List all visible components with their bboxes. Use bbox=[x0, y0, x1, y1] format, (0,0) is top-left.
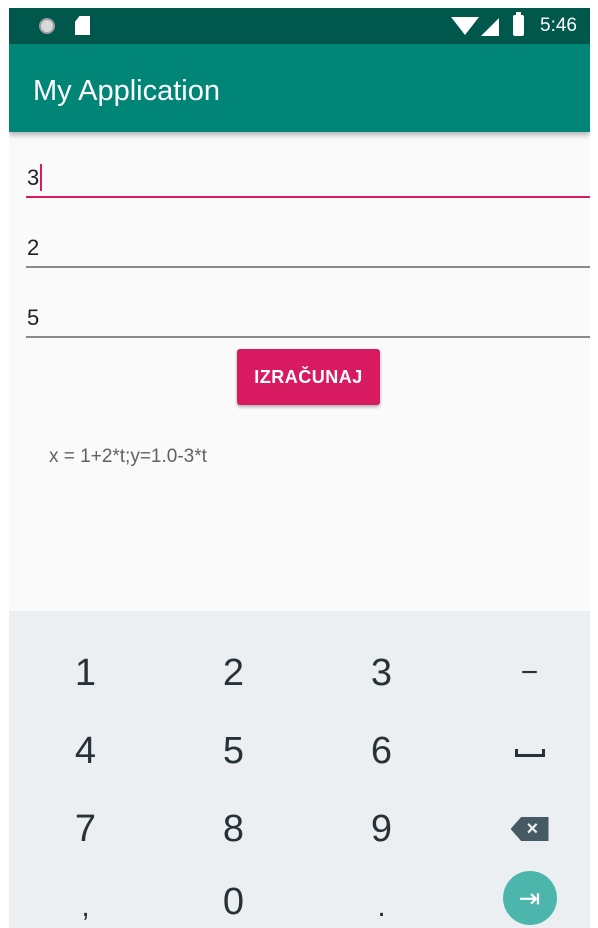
status-bar: 5:46 bbox=[9, 8, 590, 44]
input-field-3-value: 5 bbox=[27, 305, 40, 330]
status-time: 5:46 bbox=[540, 15, 577, 36]
sd-card-icon bbox=[75, 16, 90, 35]
app-bar: My Application bbox=[9, 44, 590, 132]
result-text: x = 1+2*t;y=1.0-3*t bbox=[49, 446, 207, 467]
notification-dot-icon bbox=[39, 18, 55, 34]
next-arrow-icon: ⇥ bbox=[502, 871, 557, 925]
app-title: My Application bbox=[33, 75, 220, 107]
key-period[interactable]: . bbox=[309, 868, 454, 928]
key-2[interactable]: 2 bbox=[161, 634, 306, 712]
calculate-button[interactable]: IZRAČUNAJ bbox=[237, 349, 380, 405]
battery-icon bbox=[513, 12, 524, 36]
key-1[interactable]: 1 bbox=[13, 634, 158, 712]
cell-signal-icon bbox=[481, 18, 499, 36]
input-field-3[interactable]: 5 bbox=[26, 292, 590, 338]
key-space[interactable] bbox=[457, 712, 590, 790]
key-9[interactable]: 9 bbox=[309, 790, 454, 868]
input-field-2[interactable]: 2 bbox=[26, 222, 590, 268]
key-4[interactable]: 4 bbox=[13, 712, 158, 790]
key-minus[interactable]: − bbox=[457, 634, 590, 712]
key-8[interactable]: 8 bbox=[161, 790, 306, 868]
key-0[interactable]: 0 bbox=[161, 863, 306, 928]
wifi-icon bbox=[451, 17, 479, 35]
key-3[interactable]: 3 bbox=[309, 634, 454, 712]
app-screen: 5:46 My Application 3 2 5 IZRAČUNAJ x = … bbox=[9, 8, 590, 928]
key-6[interactable]: 6 bbox=[309, 712, 454, 790]
input-field-1[interactable]: 3 bbox=[26, 152, 590, 198]
input-field-2-value: 2 bbox=[27, 235, 40, 260]
input-field-1-value: 3 bbox=[27, 165, 40, 190]
backspace-icon: × bbox=[510, 817, 549, 841]
key-backspace[interactable]: × bbox=[457, 790, 590, 868]
key-next[interactable]: ⇥ bbox=[457, 859, 590, 928]
text-cursor bbox=[40, 163, 43, 191]
key-comma[interactable]: , bbox=[13, 868, 158, 928]
key-5[interactable]: 5 bbox=[161, 712, 306, 790]
space-icon bbox=[514, 749, 545, 757]
key-7[interactable]: 7 bbox=[13, 790, 158, 868]
numeric-keyboard: 1 2 3 − 4 5 6 7 8 9 × , 0 . ⇥ bbox=[9, 611, 590, 928]
